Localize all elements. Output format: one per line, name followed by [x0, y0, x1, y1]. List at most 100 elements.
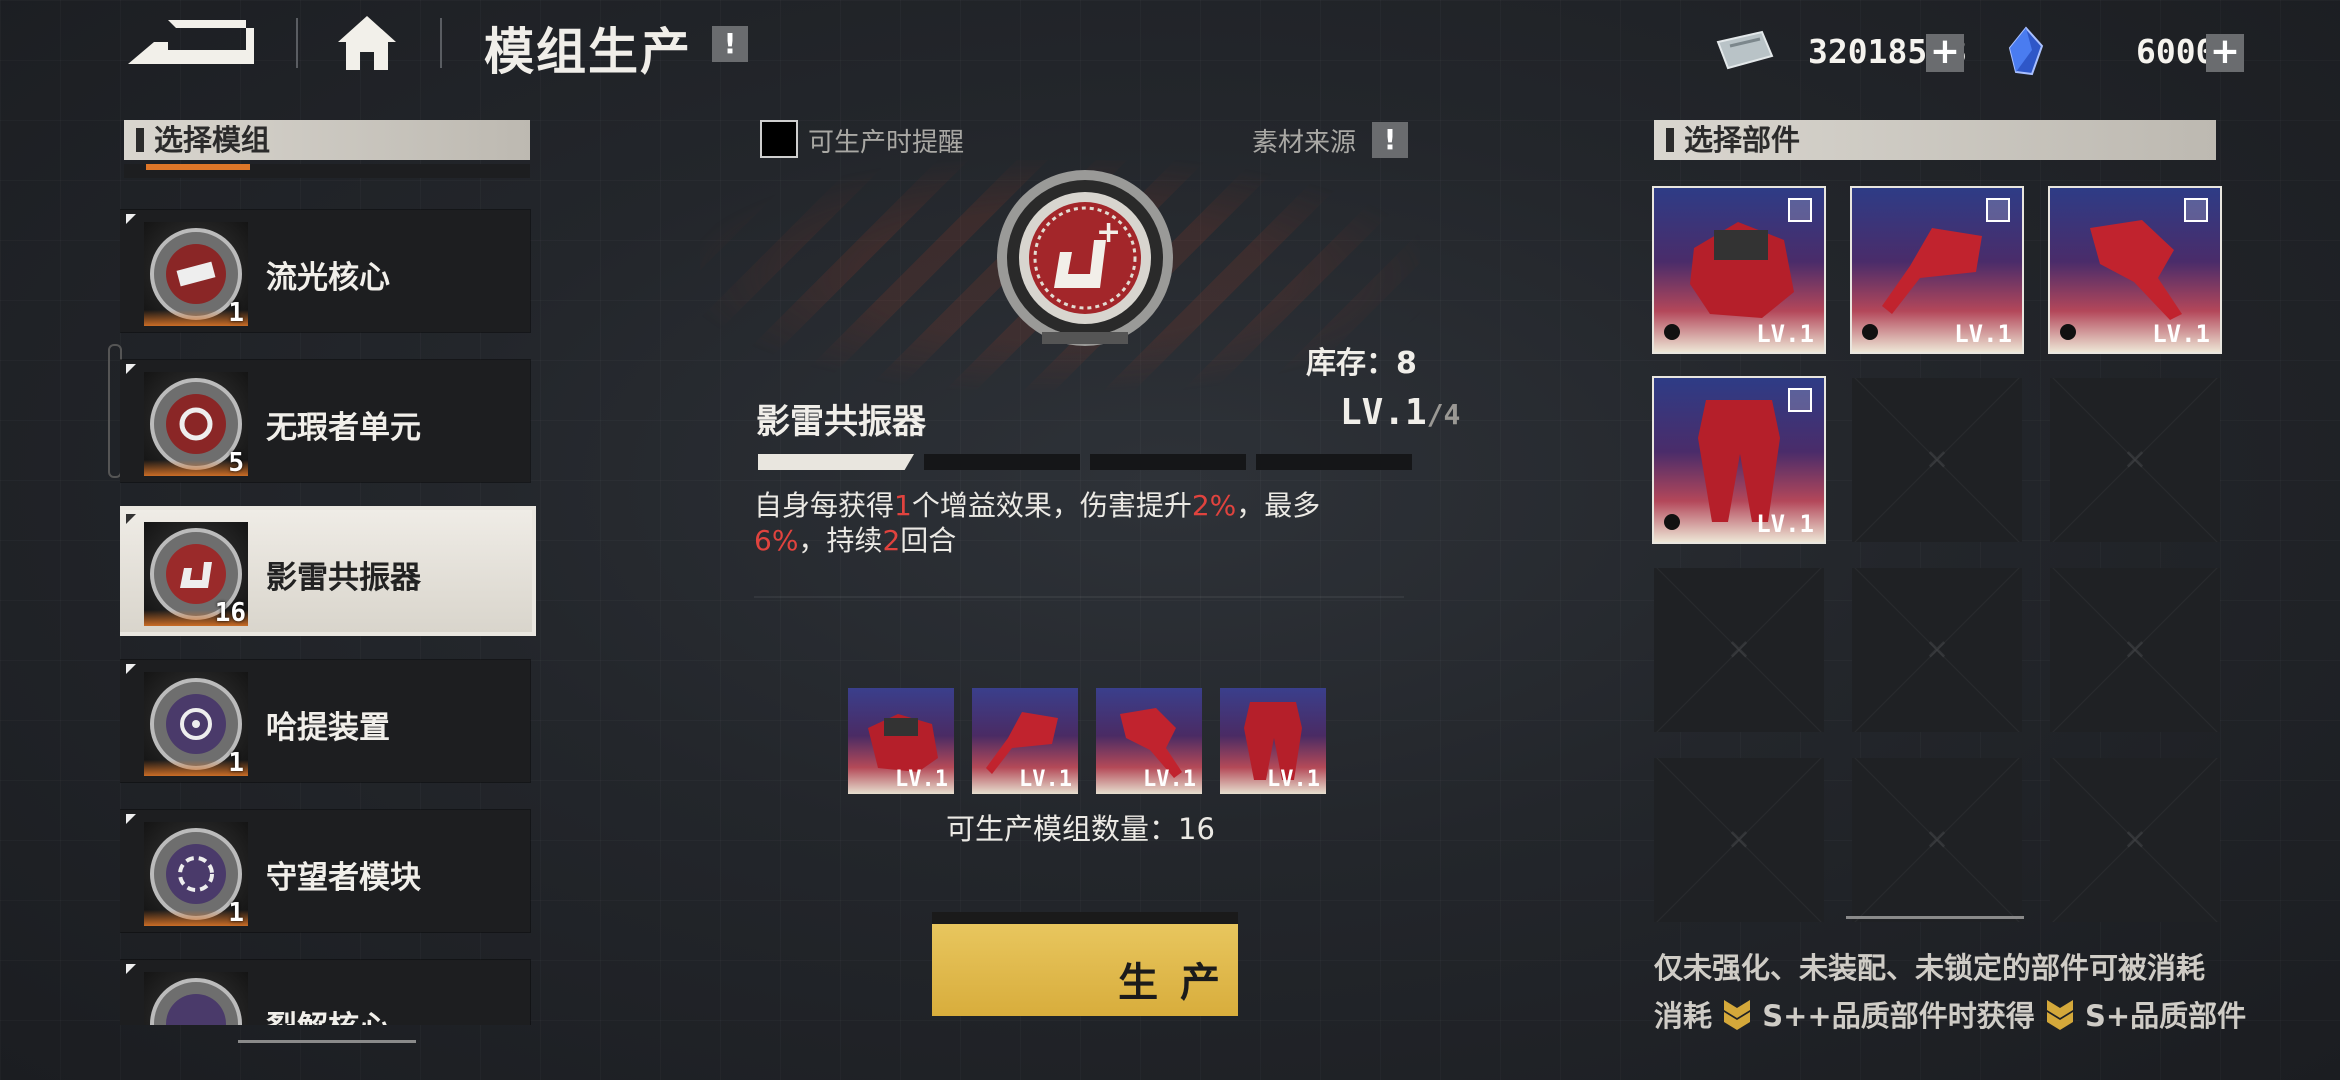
desc-text: ，最多 [1236, 489, 1321, 522]
level-max: /4 [1426, 398, 1461, 431]
part-level: LV.1 [1019, 767, 1072, 792]
part-level: LV.1 [1143, 767, 1196, 792]
desc-text: 回合 [900, 524, 957, 557]
rank-chevron-icon [1724, 1000, 1751, 1030]
corner-mark [126, 964, 136, 974]
part-slot-filled[interactable]: LV.1 [1652, 376, 1826, 544]
part-select-checkbox[interactable] [1788, 388, 1812, 412]
module-count: 16 [214, 598, 246, 628]
lysis-core-icon [150, 978, 242, 1025]
module-item-selected[interactable]: 影雷共振器 16 [120, 510, 532, 632]
remind-checkbox[interactable] [760, 120, 798, 158]
part-select-checkbox[interactable] [2184, 198, 2208, 222]
corner-mark [126, 514, 136, 524]
level-segment [924, 454, 1080, 470]
list-scroll-indicator [238, 1040, 416, 1043]
part-select-checkbox[interactable] [1788, 198, 1812, 222]
divider [440, 18, 442, 68]
corner-mark [126, 214, 136, 224]
module-thumbnail [144, 972, 248, 1025]
ticket-currency-icon [1714, 28, 1776, 72]
note-text: 消耗 [1654, 999, 1713, 1033]
part-slot-empty[interactable]: ✕ [1852, 758, 2022, 922]
part-status-dot [1664, 324, 1680, 340]
home-button[interactable] [336, 14, 398, 72]
module-name: 守望者模块 [266, 860, 421, 896]
part-slot-filled[interactable]: LV.1 [2048, 186, 2222, 354]
crystal-currency-icon [2008, 26, 2044, 76]
part-slot-empty[interactable]: ✕ [1852, 568, 2022, 732]
rank-chevron-icon [2046, 1000, 2073, 1030]
corner-mark [126, 814, 136, 824]
empty-slot-mark: ✕ [1925, 633, 1949, 667]
corner-mark [126, 364, 136, 374]
material-part-slot[interactable]: LV.1 [972, 688, 1078, 794]
level-segment [1090, 454, 1246, 470]
selected-module-icon: + [990, 168, 1180, 354]
add-currency-button[interactable]: + [1926, 34, 1964, 72]
desc-value: 2% [1191, 489, 1237, 522]
producible-count: 可生产模组数量：16 [946, 812, 1215, 846]
note-text: S++品质部件时获得 [1762, 999, 2035, 1033]
part-select-checkbox[interactable] [1986, 198, 2010, 222]
module-name-title: 影雷共振器 [756, 402, 926, 442]
part-status-dot [1664, 514, 1680, 530]
part-slot-empty[interactable]: ✕ [1654, 568, 1824, 732]
page-title: 模组生产 [484, 23, 692, 81]
module-name: 裂解核心 [266, 1002, 390, 1025]
desc-text: 自身每获得 [754, 489, 895, 522]
home-icon [338, 16, 396, 70]
remind-label: 可生产时提醒 [808, 128, 965, 158]
part-level: LV.1 [1756, 510, 1814, 538]
crystal-amount: 6000 [2136, 32, 2216, 71]
section-title: 选择部件 [1684, 123, 1801, 157]
empty-slot-mark: ✕ [1727, 823, 1751, 857]
module-item[interactable]: 无瑕者单元 5 [120, 360, 530, 482]
stock-count: 库存：8 [1306, 346, 1417, 381]
material-part-slot[interactable]: LV.1 [1096, 688, 1202, 794]
divider [754, 596, 1404, 598]
module-name: 哈提装置 [266, 710, 390, 746]
module-count: 5 [228, 448, 244, 478]
part-slot-filled[interactable]: LV.1 [1850, 186, 2024, 354]
material-source-info-button[interactable]: ! [1372, 122, 1408, 158]
module-description: 自身每获得1个增益效果，伤害提升2%，最多 6%，持续2回合 [754, 488, 1404, 558]
material-part-slot[interactable]: LV.1 [1220, 688, 1326, 794]
part-slot-empty[interactable]: ✕ [2050, 378, 2220, 542]
part-slot-empty[interactable]: ✕ [1654, 758, 1824, 922]
module-count: 1 [228, 748, 244, 778]
module-name: 流光核心 [266, 260, 390, 296]
parts-scroll-indicator [1846, 916, 2024, 919]
desc-text: ，持续 [798, 524, 883, 557]
corner-mark [126, 664, 136, 674]
part-slot-empty[interactable]: ✕ [2050, 758, 2220, 922]
level-current: LV.1 [1340, 392, 1427, 433]
module-level: LV.1/4 [1340, 392, 1460, 433]
part-level: LV.1 [1954, 320, 2012, 348]
module-item[interactable]: 守望者模块 1 [120, 810, 530, 932]
empty-slot-mark: ✕ [2123, 633, 2147, 667]
part-level: LV.1 [895, 767, 948, 792]
produce-button[interactable]: 生 产 [932, 912, 1238, 1016]
consume-rule-note: 仅未强化、未装配、未锁定的部件可被消耗 消耗 S++品质部件时获得 S+品质部件 [1654, 944, 2294, 1040]
empty-slot-mark: ✕ [1727, 633, 1751, 667]
module-item[interactable]: 哈提装置 1 [120, 660, 530, 782]
module-item[interactable]: 裂解核心 [120, 960, 530, 1025]
part-slot-filled[interactable]: LV.1 [1652, 186, 1826, 354]
material-source-link[interactable]: 素材来源 [1252, 122, 1356, 159]
material-part-slot[interactable]: LV.1 [848, 688, 954, 794]
back-button[interactable] [128, 20, 254, 66]
part-slot-empty[interactable]: ✕ [2050, 568, 2220, 732]
empty-slot-mark: ✕ [2123, 823, 2147, 857]
module-item[interactable]: 流光核心 1 [120, 210, 530, 332]
part-slot-empty[interactable]: ✕ [1852, 378, 2022, 542]
desc-value: 6% [754, 524, 799, 557]
select-parts-header: 选择部件 [1654, 120, 2216, 160]
module-count: 1 [228, 298, 244, 328]
module-count: 1 [228, 898, 244, 928]
part-level: LV.1 [1267, 767, 1320, 792]
module-list: 流光核心 1 无瑕者单元 5 影雷共振器 16 哈提装置 1 守望者模块 1 [120, 125, 540, 1025]
add-crystal-button[interactable]: + [2206, 34, 2244, 72]
info-button[interactable]: ! [712, 26, 748, 62]
module-name: 无瑕者单元 [266, 410, 421, 446]
